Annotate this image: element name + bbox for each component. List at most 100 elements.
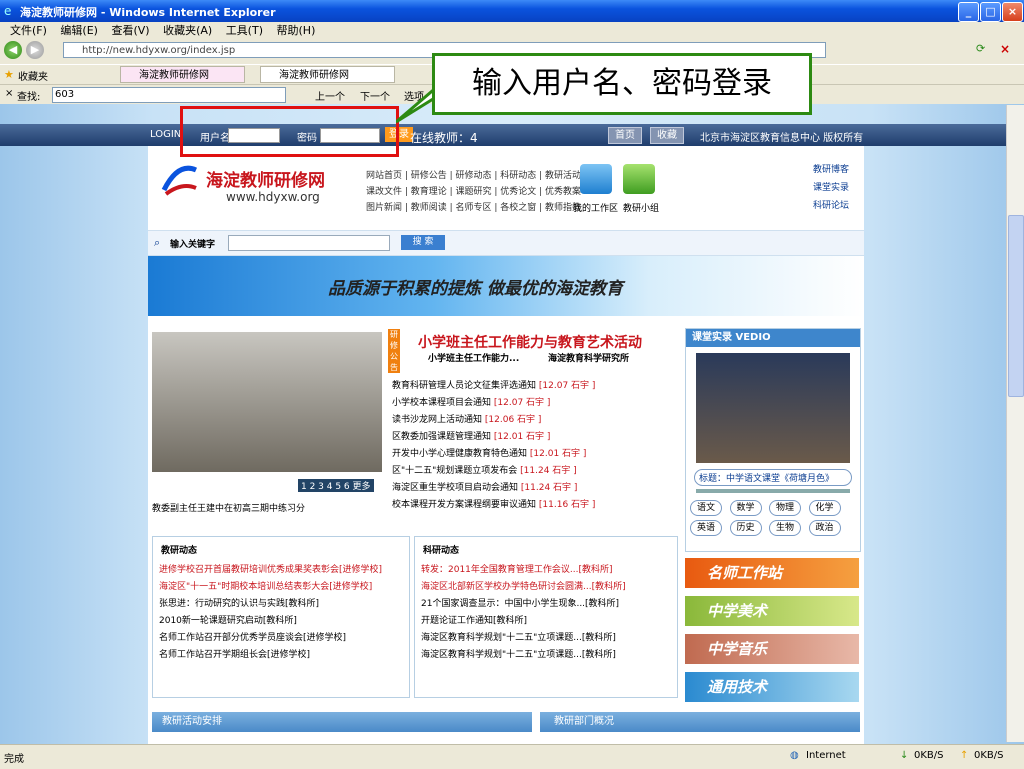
- list-item[interactable]: 校本课程开发方案课程纲要审议通知 [11.16 石宇 ]: [392, 497, 682, 514]
- tab-2[interactable]: 海淀教师研修网: [260, 66, 395, 83]
- menu-bar: 文件(F) 编辑(E) 查看(V) 收藏夹(A) 工具(T) 帮助(H): [0, 22, 1024, 39]
- stop-icon[interactable]: ×: [1000, 42, 1018, 58]
- video-card: 课堂实录 VEDIO 标题：中学语文课堂《荷塘月色》 语文 数学 物理 化学 英…: [685, 328, 861, 552]
- find-close-icon[interactable]: ×: [5, 88, 13, 99]
- close-button[interactable]: ×: [1002, 2, 1023, 22]
- refresh-icon[interactable]: ⟳: [976, 42, 994, 58]
- video-progress[interactable]: [696, 489, 850, 493]
- my-office-link[interactable]: 我的工作区: [573, 201, 618, 214]
- list-item[interactable]: 区"十二五"规划课题立项发布会 [11.24 石宇 ]: [392, 463, 682, 480]
- site-name: 海淀教师研修网: [206, 171, 325, 191]
- menu-file[interactable]: 文件(F): [10, 24, 47, 37]
- list-item[interactable]: 开发中小学心理健康教育特色通知 [12.01 石宇 ]: [392, 446, 682, 463]
- banner-famous-teacher[interactable]: 名师工作站: [685, 558, 859, 588]
- menu-view[interactable]: 查看(V): [111, 24, 149, 37]
- find-prev[interactable]: 上一个: [315, 88, 345, 103]
- photo-pagination[interactable]: 1 2 3 4 5 6 更多: [298, 479, 374, 492]
- subject-politics[interactable]: 政治: [808, 520, 841, 536]
- list-item[interactable]: 海淀区"十一五"时期校本培训总结表彰大会[进修学校]: [159, 579, 409, 596]
- find-input[interactable]: 603: [52, 87, 286, 103]
- list-item[interactable]: 进修学校召开首届教研培训优秀成果奖表彰会[进修学校]: [159, 562, 409, 579]
- menu-tools[interactable]: 工具(T): [226, 24, 263, 37]
- menu-edit[interactable]: 编辑(E): [60, 24, 98, 37]
- nav-row-2[interactable]: 课改文件 | 教育理论 | 课题研究 | 优秀论文 | 优秀教案: [366, 184, 581, 197]
- search-input[interactable]: [228, 235, 390, 251]
- video-caption[interactable]: 标题：中学语文课堂《荷塘月色》: [694, 469, 852, 486]
- computer-icon[interactable]: [580, 164, 612, 194]
- subject-english[interactable]: 英语: [690, 520, 723, 536]
- title-bar: e 海淀教师研修网 - Windows Internet Explorer _ …: [0, 0, 1024, 22]
- forward-icon[interactable]: ▶: [26, 41, 44, 59]
- banner-tech[interactable]: 通用技术: [685, 672, 859, 702]
- banner-slogan: 品质源于积累的提炼 做最优的海淀教育: [328, 279, 623, 299]
- up-arrow-icon: ↑: [960, 750, 969, 761]
- list-item[interactable]: 海淀区北部新区学校办学特色研讨会圆满...[教科所]: [421, 579, 677, 596]
- notice-sub2[interactable]: 海淀教育科学研究所: [548, 351, 629, 364]
- online-count: 在线教师：4: [410, 131, 478, 145]
- ie-icon: e: [4, 4, 12, 18]
- list-item[interactable]: 区教委加强课题管理通知 [12.01 石宇 ]: [392, 429, 682, 446]
- list-item[interactable]: 教育科研管理人员论文征集评选通知 [12.07 石宇 ]: [392, 378, 682, 395]
- list-item[interactable]: 海淀区教育科学规划"十二五"立项课题...[教科所]: [421, 630, 677, 647]
- list-item[interactable]: 小学校本课程项目会通知 [12.07 石宇 ]: [392, 395, 682, 412]
- department-header[interactable]: 教研部门概况: [540, 712, 860, 732]
- search-icon: ⌕: [154, 236, 161, 249]
- home-button[interactable]: 首页: [608, 127, 642, 144]
- notice-headline[interactable]: 小学班主任工作能力与教育艺术活动: [418, 332, 642, 352]
- minimize-button[interactable]: _: [958, 2, 979, 22]
- list-item[interactable]: 张思进：行动研究的认识与实践[教科所]: [159, 596, 409, 613]
- group-icon[interactable]: [623, 164, 655, 194]
- list-item[interactable]: 名师工作站召开部分优秀学员座谈会[进修学校]: [159, 630, 409, 647]
- login-bar: LOGIN 用户名 密码 登录 在线教师：4 首页 收藏 北京市海淀区教育信息中…: [0, 124, 1006, 146]
- notice-sub1[interactable]: 小学班主任工作能力...: [428, 351, 519, 364]
- keyan-card: 科研动态 转发：2011年全国教育管理工作会议...[教科所] 海淀区北部新区学…: [414, 536, 678, 698]
- login-highlight-box: [180, 106, 399, 157]
- subject-chinese[interactable]: 语文: [690, 500, 723, 516]
- nav-row-3[interactable]: 图片新闻 | 教师阅读 | 名师专区 | 各校之窗 | 教师指数: [366, 200, 581, 213]
- list-item[interactable]: 海淀区教育科学规划"十二五"立项课题...[教科所]: [421, 647, 677, 664]
- list-item[interactable]: 读书沙龙网上活动通知 [12.06 石宇 ]: [392, 412, 682, 429]
- vertical-scrollbar[interactable]: [1006, 105, 1024, 742]
- list-item[interactable]: 开题论证工作通知[教科所]: [421, 613, 677, 630]
- copyright-text: 北京市海淀区教育信息中心 版权所有: [700, 133, 864, 144]
- list-item[interactable]: 21个国家调查显示：中国中小学生现象...[教科所]: [421, 596, 677, 613]
- subject-biology[interactable]: 生物: [769, 520, 802, 536]
- menu-help[interactable]: 帮助(H): [277, 24, 316, 37]
- subject-chemistry[interactable]: 化学: [808, 500, 841, 516]
- list-item[interactable]: 2010新一轮课题研究启动[教科所]: [159, 613, 409, 630]
- list-item[interactable]: 海淀区重生学校项目启动会通知 [11.24 石宇 ]: [392, 480, 682, 497]
- blog-link[interactable]: 教研博客: [813, 162, 849, 175]
- jiaoyan-card: 教研动态 进修学校召开首届教研培训优秀成果奖表彰会[进修学校] 海淀区"十一五"…: [152, 536, 410, 698]
- activity-schedule-header[interactable]: 教研活动安排: [152, 712, 532, 732]
- list-item[interactable]: 名师工作站召开学期组长会[进修学校]: [159, 647, 409, 664]
- status-text: 完成: [4, 754, 24, 765]
- favorites-label[interactable]: 收藏夹: [18, 68, 48, 83]
- login-label: LOGIN: [150, 129, 182, 140]
- search-button[interactable]: 搜 索: [401, 235, 445, 250]
- jiaoyan-title: 教研动态: [161, 546, 198, 556]
- back-icon[interactable]: ◀: [4, 41, 22, 59]
- notice-list: 教育科研管理人员论文征集评选通知 [12.07 石宇 ] 小学校本课程项目会通知…: [392, 378, 682, 514]
- subject-physics[interactable]: 物理: [769, 500, 802, 516]
- maximize-button[interactable]: □: [980, 2, 1001, 22]
- keyan-title: 科研动态: [423, 546, 460, 556]
- tab-1[interactable]: 海淀教师研修网: [120, 66, 245, 83]
- globe-icon: ◍: [790, 750, 799, 761]
- banner-music[interactable]: 中学音乐: [685, 634, 859, 664]
- banner-art[interactable]: 中学美术: [685, 596, 859, 626]
- video-player[interactable]: [696, 353, 850, 463]
- list-item[interactable]: 转发：2011年全国教育管理工作会议...[教科所]: [421, 562, 677, 579]
- search-bar: ⌕ 输入关键字 搜 索: [148, 230, 864, 256]
- group-link[interactable]: 教研小组: [623, 201, 659, 214]
- classroom-link[interactable]: 课堂实录: [813, 180, 849, 193]
- subject-history[interactable]: 历史: [729, 520, 762, 536]
- menu-favorites[interactable]: 收藏夹(A): [163, 24, 212, 37]
- subject-math[interactable]: 数学: [729, 500, 762, 516]
- news-photo[interactable]: [152, 332, 382, 472]
- find-next[interactable]: 下一个: [360, 88, 390, 103]
- forum-link[interactable]: 科研论坛: [813, 198, 849, 211]
- nav-row-1[interactable]: 网站首页 | 研修公告 | 研修动态 | 科研动态 | 教研活动: [366, 168, 581, 181]
- photo-caption[interactable]: 教委副主任王建中在初高三期中练习分: [152, 501, 305, 514]
- favorite-button[interactable]: 收藏: [650, 127, 684, 144]
- scroll-thumb[interactable]: [1008, 215, 1024, 397]
